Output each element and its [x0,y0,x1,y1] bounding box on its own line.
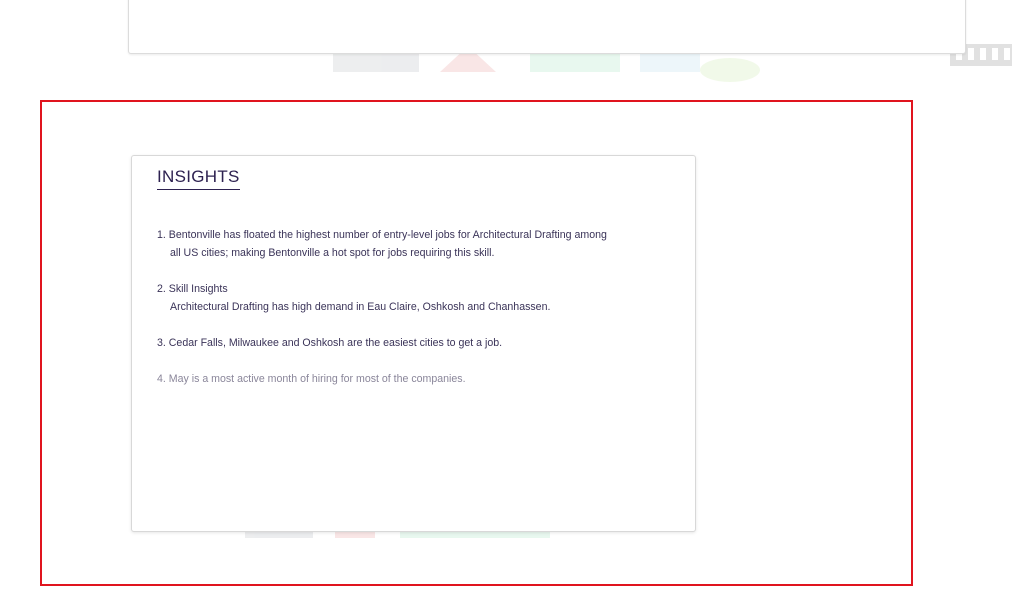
building-shape [640,54,700,72]
insights-card: INSIGHTS 1. Bentonville has floated the … [131,155,696,532]
insight-item: 4. May is a most active month of hiring … [157,370,466,388]
insight-text-continued: Architectural Drafting has high demand i… [170,301,551,313]
insight-text: 1. Bentonville has floated the highest n… [157,229,607,241]
insight-text: 2. Skill Insights [157,283,228,295]
insight-item: 2. Skill Insights Architectural Drafting… [157,280,550,316]
top-card [128,0,966,54]
insights-title: INSIGHTS [157,167,240,190]
insight-item: 3. Cedar Falls, Milwaukee and Oshkosh ar… [157,334,502,352]
insight-text: 4. May is a most active month of hiring … [157,373,466,385]
building-shape [333,52,419,72]
insight-text-continued: all US cities; making Bentonville a hot … [170,247,495,259]
insight-text: 3. Cedar Falls, Milwaukee and Oshkosh ar… [157,337,503,349]
page: INSIGHTS 1. Bentonville has floated the … [0,0,1028,616]
insight-item: 1. Bentonville has floated the highest n… [157,226,607,262]
tree-shape [700,58,760,82]
